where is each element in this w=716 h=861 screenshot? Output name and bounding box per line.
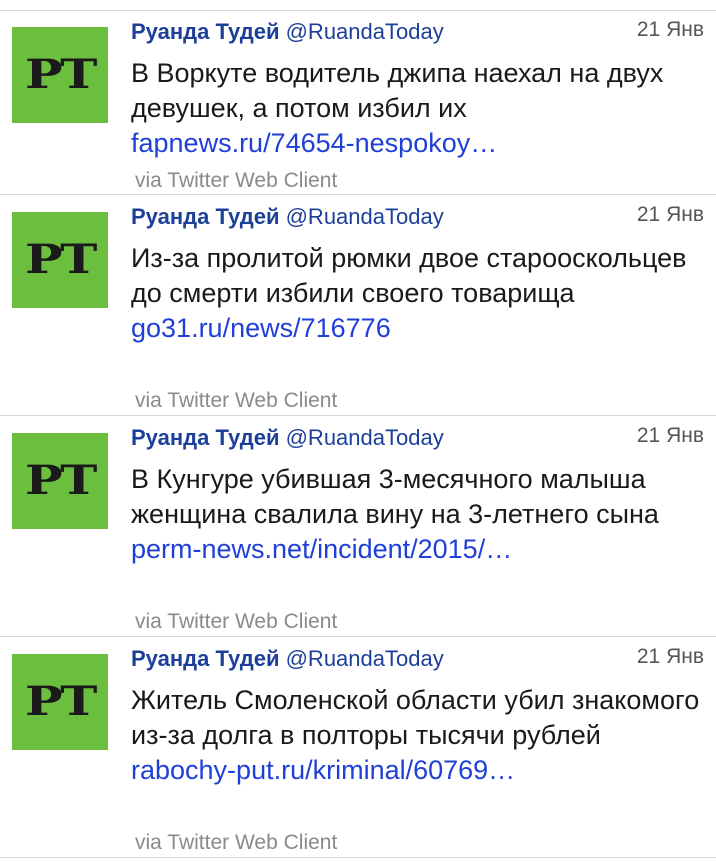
tweet-header: Руанда Тудей @RuandaToday [131, 204, 444, 230]
author-name[interactable]: Руанда Тудей [131, 204, 279, 229]
tweet-header: Руанда Тудей @RuandaToday [131, 19, 444, 45]
avatar-logo-text: PT [25, 678, 97, 725]
author-name[interactable]: Руанда Тудей [131, 19, 279, 44]
author-name[interactable]: Руанда Тудей [131, 646, 279, 671]
avatar-logo-text: PT [25, 51, 97, 98]
avatar-logo-text: PT [25, 457, 97, 504]
avatar-logo-text: PT [25, 236, 97, 283]
tweet-text: В Воркуте водитель джипа наехал на двух … [131, 58, 664, 123]
author-handle[interactable]: @RuandaToday [286, 204, 444, 229]
author-name[interactable]: Руанда Тудей [131, 425, 279, 450]
tweet-link[interactable]: fapnews.ru/74654-nespokoy… [131, 126, 706, 161]
avatar[interactable]: PT [12, 433, 108, 529]
tweet-date: 21 Янв [636, 645, 704, 668]
author-handle[interactable]: @RuandaToday [286, 425, 444, 450]
author-handle[interactable]: @RuandaToday [286, 646, 444, 671]
avatar[interactable]: PT [12, 654, 108, 750]
tweet-body: В Воркуте водитель джипа наехал на двух … [131, 56, 706, 161]
tweet-item[interactable]: PT Руанда Тудей @RuandaToday 21 Янв В Во… [0, 11, 716, 195]
tweet-header: Руанда Тудей @RuandaToday [131, 425, 444, 451]
tweet-body: Из-за пролитой рюмки двое старооскольцев… [131, 241, 706, 346]
tweet-text: Житель Смоленской области убил знакомого… [131, 685, 700, 750]
tweet-link[interactable]: perm-news.net/incident/2015/… [131, 532, 706, 567]
avatar[interactable]: PT [12, 212, 108, 308]
tweet-date: 21 Янв [636, 203, 704, 226]
tweet-link[interactable]: go31.ru/news/716776 [131, 311, 706, 346]
tweet-item[interactable]: PT Руанда Тудей @RuandaToday 21 Янв Из-з… [0, 195, 716, 416]
author-handle[interactable]: @RuandaToday [286, 19, 444, 44]
tweet-header: Руанда Тудей @RuandaToday [131, 646, 444, 672]
tweet-source: via Twitter Web Client [135, 831, 338, 854]
tweet-body: В Кунгуре убившая 3-месячного малыша жен… [131, 462, 706, 567]
tweet-text: Из-за пролитой рюмки двое старооскольцев… [131, 243, 687, 308]
tweet-source: via Twitter Web Client [135, 169, 338, 192]
tweet-date: 21 Янв [636, 18, 704, 41]
tweet-feed: PT Руанда Тудей @RuandaToday 21 Янв В Во… [0, 0, 716, 861]
tweet-text: В Кунгуре убившая 3-месячного малыша жен… [131, 464, 659, 529]
avatar[interactable]: PT [12, 27, 108, 123]
tweet-item[interactable]: PT Руанда Тудей @RuandaToday 21 Янв В Ку… [0, 416, 716, 637]
tweet-source: via Twitter Web Client [135, 610, 338, 633]
tweet-item[interactable]: PT Руанда Тудей @RuandaToday 21 Янв Жите… [0, 637, 716, 858]
tweet-date: 21 Янв [636, 424, 704, 447]
tweet-link[interactable]: rabochy-put.ru/kriminal/60769… [131, 753, 706, 788]
tweet-source: via Twitter Web Client [135, 389, 338, 412]
tweet-body: Житель Смоленской области убил знакомого… [131, 683, 706, 788]
